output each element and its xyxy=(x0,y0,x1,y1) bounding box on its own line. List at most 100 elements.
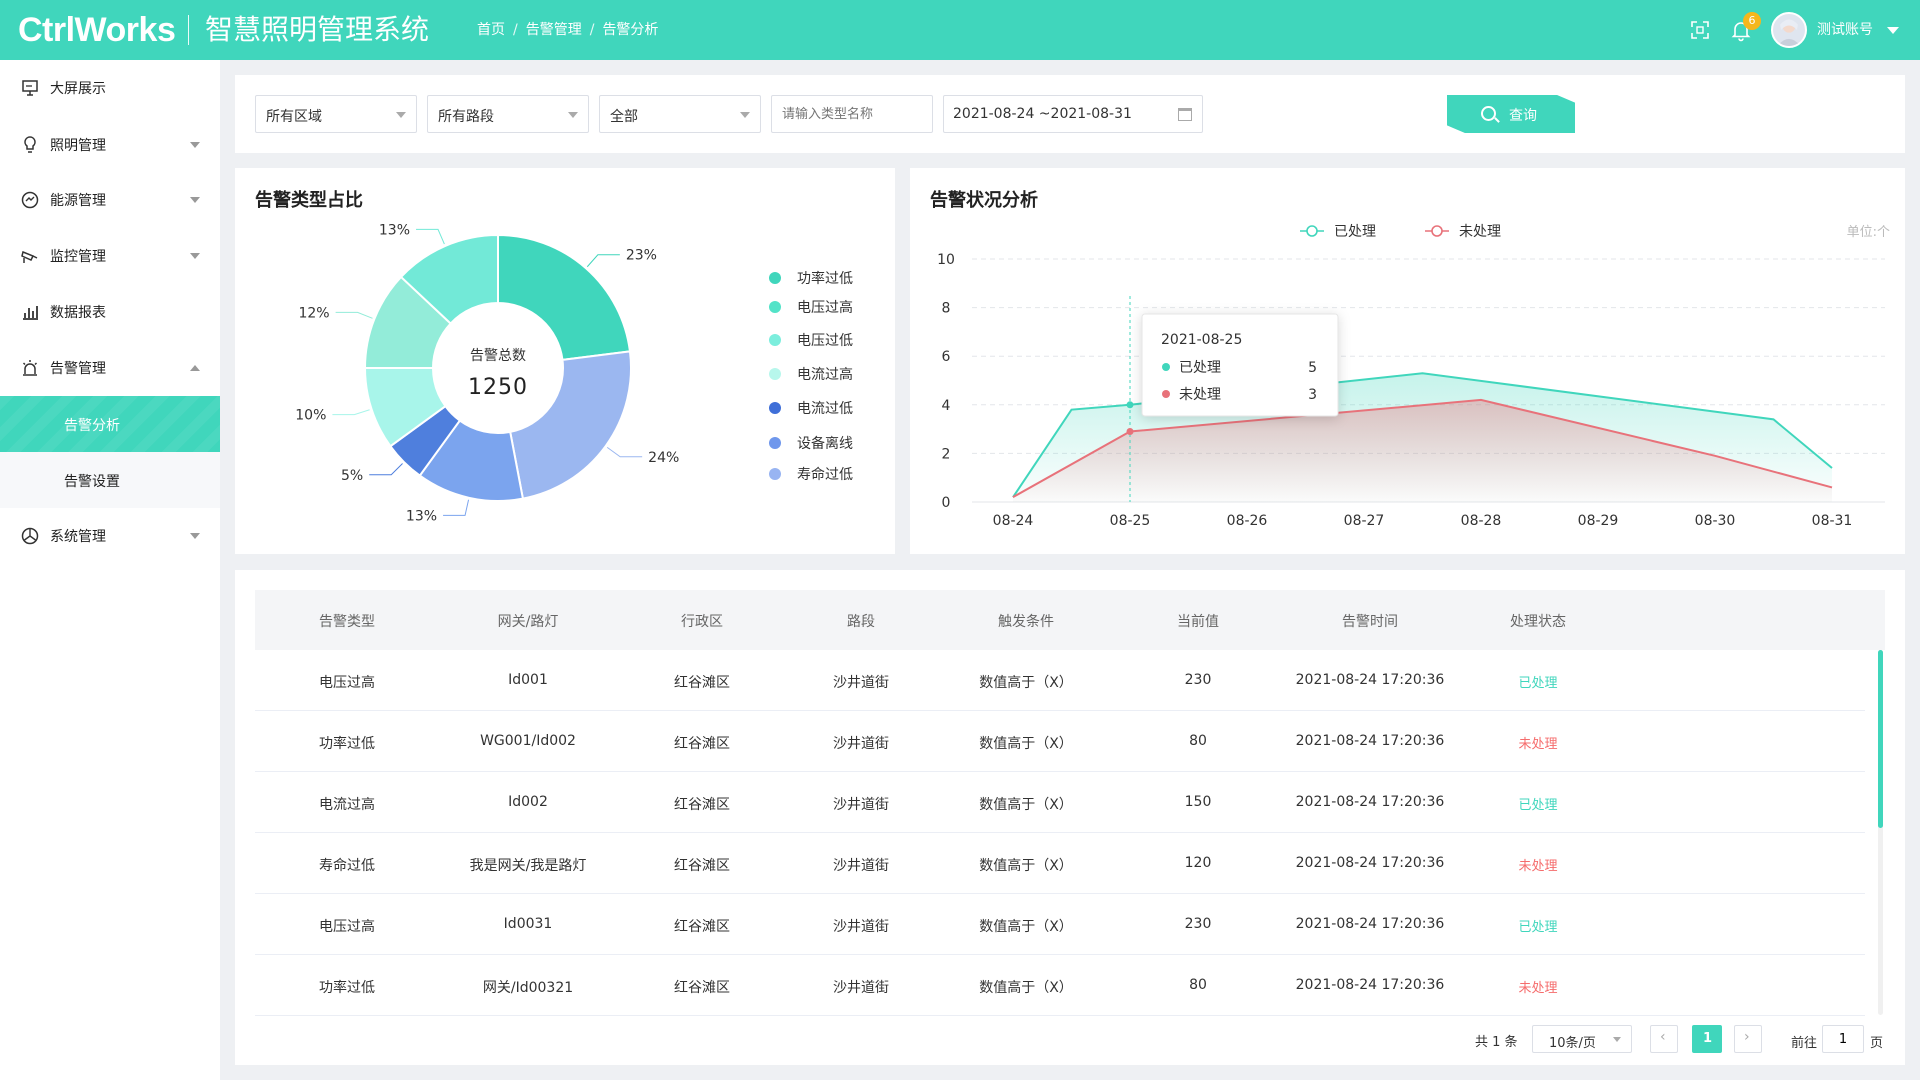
table-cell-status: 未处理 xyxy=(1518,981,1558,996)
legend-label[interactable]: 设备离线 xyxy=(797,435,853,452)
top-bar: CtrlWorks 智慧照明管理系统 首页 / 告警管理 / 告警分析 6 测试… xyxy=(0,0,1920,60)
goto-page-input[interactable] xyxy=(1822,1025,1864,1053)
table-cell-district: 红谷滩区 xyxy=(674,797,730,813)
sidebar-item-system[interactable]: 系统管理 xyxy=(0,508,220,564)
road-select-value: 所有路段 xyxy=(438,109,494,125)
table-cell-road: 沙井道街 xyxy=(833,797,889,813)
sidebar-subitem-alarm-analysis[interactable]: 告警分析 xyxy=(0,396,220,452)
y-tick-label: 2 xyxy=(942,446,951,462)
table-cell-value: 230 xyxy=(1184,916,1212,932)
x-tick-label: 08-26 xyxy=(1227,513,1268,529)
fullscreen-icon[interactable] xyxy=(1690,20,1710,40)
chevron-down-icon xyxy=(190,253,200,259)
sidebar-item-label: 数据报表 xyxy=(50,305,106,321)
logo: CtrlWorks xyxy=(18,11,176,49)
table-cell-type: 电流过高 xyxy=(319,797,375,813)
table-cell-road: 沙井道街 xyxy=(833,858,889,874)
table-cell-type: 电压过高 xyxy=(319,919,375,935)
table-cell-status: 已处理 xyxy=(1518,920,1558,935)
table-row[interactable]: 功率过低 WG001/Id002 红谷滩区 沙井道街 数值高于（X） 80 2021-08-… xyxy=(255,711,1865,772)
legend-label[interactable]: 功率过低 xyxy=(797,270,853,287)
date-range-picker[interactable]: 2021-08-24 ~2021-08-31 xyxy=(943,95,1203,133)
legend-label[interactable]: 未处理 xyxy=(1459,224,1501,240)
table-cell-status: 已处理 xyxy=(1518,676,1558,691)
unit-label: 单位:个 xyxy=(1847,225,1890,240)
table-row[interactable]: 寿命过低 我是网关/我是路灯 红谷滩区 沙井道街 数值高于（X） 120 2021-08-2… xyxy=(255,833,1865,894)
page-button-current[interactable]: 1 xyxy=(1692,1025,1722,1053)
sidebar-item-reports[interactable]: 数据报表 xyxy=(0,284,220,340)
status-select[interactable]: 全部 xyxy=(599,95,761,133)
chevron-down-icon xyxy=(190,142,200,148)
x-tick-label: 08-30 xyxy=(1695,513,1736,529)
tooltip-series-name: 未处理 xyxy=(1179,387,1221,403)
breadcrumb-home[interactable]: 首页 xyxy=(477,20,505,40)
table-row[interactable]: 功率过低 网关/Id00321 红谷滩区 沙井道街 数值高于（X） 80 2021-08-2… xyxy=(255,955,1865,1016)
next-page-button[interactable]: › xyxy=(1734,1025,1762,1053)
table-cell-type: 电压过高 xyxy=(319,675,375,691)
table-row[interactable]: 电压过高 Id001 红谷滩区 沙井道街 数值高于（X） 230 2021-08-24 17… xyxy=(255,650,1865,711)
x-tick-label: 08-31 xyxy=(1812,513,1853,529)
pie-percent-label: 13% xyxy=(406,508,437,524)
region-select-value: 所有区域 xyxy=(266,109,322,125)
table-cell-device: Id002 xyxy=(508,794,548,810)
legend-label[interactable]: 电压过低 xyxy=(797,333,853,349)
table-cell-value: 230 xyxy=(1184,672,1212,688)
legend-label[interactable]: 电流过低 xyxy=(797,401,853,417)
table-cell-device: Id0031 xyxy=(503,916,553,932)
area-chart: 0 2 4 6 8 10 08-24 08-25 08-26 08-27 08-28 08-29 08-… xyxy=(937,224,1890,529)
x-tick-label: 08-28 xyxy=(1461,513,1502,529)
chevron-down-icon xyxy=(396,112,406,118)
table-cell-time: 2021-08-24 17:20:36 xyxy=(1295,977,1445,993)
x-tick-label: 08-29 xyxy=(1578,513,1619,529)
column-header: 处理状态 xyxy=(1510,614,1566,630)
sidebar-item-alarm[interactable]: 告警管理 xyxy=(0,340,220,396)
table-cell-type: 寿命过低 xyxy=(319,858,375,874)
alarm-table-panel: 告警类型 网关/路灯 行政区 路段 触发条件 当前值 告警时间 处理状态 电压过高 Id001 红… xyxy=(235,570,1905,1065)
legend-label[interactable]: 寿命过低 xyxy=(797,466,853,483)
sidebar-item-energy[interactable]: 能源管理 xyxy=(0,172,220,228)
table-row[interactable]: 电流过高 Id002 红谷滩区 沙井道街 数值高于（X） 150 2021-08-24 17… xyxy=(255,772,1865,833)
legend-label[interactable]: 已处理 xyxy=(1334,224,1376,240)
alarm-icon xyxy=(22,360,38,376)
legend-label[interactable]: 电流过高 xyxy=(797,366,853,383)
user-name[interactable]: 测试账号 xyxy=(1817,20,1873,40)
table-cell-device: WG001/Id002 xyxy=(480,733,576,749)
region-select[interactable]: 所有区域 xyxy=(255,95,417,133)
road-select[interactable]: 所有路段 xyxy=(427,95,589,133)
tooltip-swatch xyxy=(1162,390,1170,398)
chevron-up-icon xyxy=(190,365,200,371)
table-row[interactable]: 电压过高 Id0031 红谷滩区 沙井道街 数值高于（X） 230 2021-08-24 1… xyxy=(255,894,1865,955)
sidebar-item-monitoring[interactable]: 监控管理 xyxy=(0,228,220,284)
prev-page-button[interactable]: ‹ xyxy=(1650,1025,1678,1053)
search-icon xyxy=(1481,106,1496,121)
legend-label[interactable]: 电压过高 xyxy=(797,299,853,316)
y-tick-label: 4 xyxy=(942,398,951,414)
sidebar-item-label: 能源管理 xyxy=(50,193,106,209)
sidebar-item-big-screen[interactable]: 大屏展示 xyxy=(0,60,220,116)
bar-chart-icon xyxy=(23,306,38,320)
chevron-right-icon: › xyxy=(1744,1029,1750,1045)
sidebar-item-lighting[interactable]: 照明管理 xyxy=(0,117,220,173)
table-cell-value: 80 xyxy=(1189,977,1207,993)
legend-swatch xyxy=(769,368,781,380)
tooltip-series-value: 3 xyxy=(1308,387,1317,403)
table-cell-road: 沙井道街 xyxy=(833,919,889,935)
breadcrumb: 首页 / 告警管理 / 告警分析 xyxy=(477,20,658,40)
data-point-已处理[interactable] xyxy=(1126,401,1134,409)
table-cell-road: 沙井道街 xyxy=(833,736,889,752)
filter-bar: 所有区域 所有路段 全部 2021-08-24 ~2021-08-31 查询 xyxy=(235,75,1905,153)
user-menu-caret-icon[interactable] xyxy=(1887,27,1899,34)
scrollbar-thumb[interactable] xyxy=(1878,650,1883,828)
breadcrumb-alarm-management[interactable]: 告警管理 xyxy=(526,20,582,40)
legend-swatch xyxy=(769,402,781,414)
pie-center xyxy=(434,304,562,432)
data-point-未处理[interactable] xyxy=(1126,428,1134,436)
table-header: 告警类型 网关/路灯 行政区 路段 触发条件 当前值 告警时间 处理状态 xyxy=(255,590,1885,650)
sidebar-subitem-alarm-settings[interactable]: 告警设置 xyxy=(0,452,220,508)
page-size-select[interactable]: 10条/页 xyxy=(1532,1025,1632,1053)
table-cell-device: 我是网关/我是路灯 xyxy=(469,858,587,874)
type-name-input[interactable] xyxy=(771,95,933,133)
table-cell-district: 红谷滩区 xyxy=(674,919,730,935)
avatar[interactable] xyxy=(1771,12,1807,48)
query-button[interactable]: 查询 xyxy=(1447,95,1575,133)
